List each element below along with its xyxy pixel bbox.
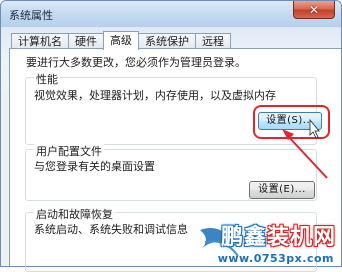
- watermark-title: 鹏鑫装机网: [221, 219, 336, 251]
- tab-advanced[interactable]: 高级: [103, 31, 139, 50]
- red-arrow-line: [286, 134, 328, 179]
- mouse-cursor-icon: [309, 118, 320, 139]
- watermark-url: www.0753px.com: [217, 252, 334, 265]
- watermark: 鹏鑫装机网 www.0753px.com: [188, 217, 338, 265]
- watermark-brand-part1: 鹏鑫: [220, 225, 267, 250]
- red-arrow-head: [282, 129, 294, 140]
- watermark-brand-part2: 装机网: [266, 225, 336, 250]
